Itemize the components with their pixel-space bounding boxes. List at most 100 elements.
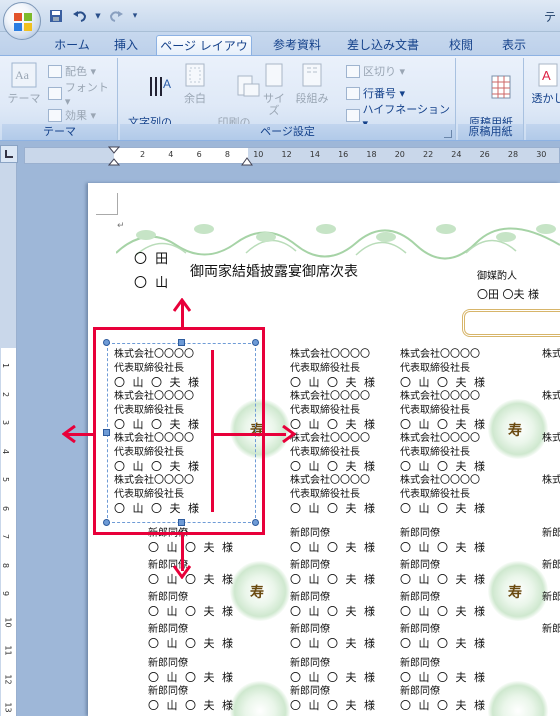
guest-name: 〇 山 〇 夫 様 <box>400 637 487 650</box>
indent-marker-icon[interactable] <box>108 146 120 166</box>
tab-view[interactable]: 表示 <box>494 35 534 56</box>
manuscript-group-label: 原稿用紙 <box>458 124 523 140</box>
tab-insert[interactable]: 挿入 <box>106 35 146 56</box>
company-text: 株式会社〇〇〇〇 <box>542 391 560 402</box>
relation-text: 新郎同僚 <box>290 528 330 539</box>
guest-name: 〇 山 〇 夫 様 <box>400 573 487 586</box>
manuscript-icon <box>491 75 511 99</box>
svg-text:Aa: Aa <box>15 68 30 82</box>
ruler-tick-label: 28 <box>507 150 519 159</box>
annotation-highlight-box <box>93 327 265 535</box>
save-icon[interactable] <box>46 7 66 25</box>
guest-name: 〇 山 〇 夫 様 <box>290 376 377 389</box>
company-text: 株式会社〇〇〇〇 <box>400 391 480 402</box>
company-text: 株式会社〇〇〇〇 <box>290 475 370 486</box>
title-text: 代表取締役社長 <box>400 405 470 416</box>
company-text: 株式会社〇〇〇〇 <box>542 475 560 486</box>
size-button[interactable]: サイズ <box>258 62 290 117</box>
redo-icon[interactable] <box>106 7 126 25</box>
arrow-right-icon <box>282 425 296 443</box>
theme-fonts-button[interactable]: フォント ▾ <box>48 81 117 108</box>
ruler-tick-label: 20 <box>394 150 405 159</box>
company-text: 株式会社〇〇〇〇 <box>400 433 480 444</box>
tab-home[interactable]: ホーム <box>44 35 100 56</box>
relation-text: 新郎同僚 <box>400 592 440 603</box>
window-title: テ <box>543 10 556 24</box>
ruler-tick-label: 16 <box>338 150 349 159</box>
seating-table-7-clipped[interactable]: 株式会社〇〇〇〇 株式会社〇〇〇〇 株式会社〇〇〇〇 株式会社〇〇〇〇 新郎同僚… <box>540 345 560 705</box>
ruler-tick-label: 1 <box>1 362 11 369</box>
company-text: 株式会社〇〇〇〇 <box>542 349 560 360</box>
ruler-tick-label: 5 <box>1 476 11 483</box>
title-text: 代表取締役社長 <box>290 489 360 500</box>
seating-table-5[interactable]: 新郎同僚 〇 山 〇 夫 様 新郎同僚 〇 山 〇 夫 様 新郎同僚 〇 山 〇… <box>288 527 392 716</box>
matchmaker-label: 御媒酌人 <box>477 271 517 282</box>
theme-effects-button[interactable]: 効果 ▾ <box>48 107 96 123</box>
ruler-tick-label: 18 <box>366 150 377 159</box>
columns-icon <box>302 63 322 87</box>
tab-references[interactable]: 参考資料 <box>266 35 328 56</box>
company-text: 株式会社〇〇〇〇 <box>290 349 370 360</box>
title-text: 代表取締役社長 <box>400 363 470 374</box>
ruler-tick-label: 2 <box>1 391 11 397</box>
guest-name: 〇 山 〇 夫 様 <box>290 418 377 431</box>
relation-text: 新郎同僚 <box>542 592 560 603</box>
paragraph-mark: ↵ <box>117 221 125 231</box>
relation-text: 新郎同僚 <box>148 686 188 697</box>
relation-text: 新郎同僚 <box>400 528 440 539</box>
tab-page-layout[interactable]: ページ レイアウト <box>156 35 252 73</box>
guest-name: 〇 山 〇 夫 様 <box>400 418 487 431</box>
quick-access-toolbar: ▼ ▾ <box>46 6 140 26</box>
guest-name: 〇 山 〇 夫 様 <box>148 573 235 586</box>
breaks-icon <box>346 64 360 78</box>
ribbon: Aa テーマ 配色 ▾ フォント ▾ 効果 ▾ テーマ A 文字列の 方向 ▾ … <box>0 55 560 141</box>
breaks-button[interactable]: 区切り ▾ <box>346 63 405 79</box>
guest-name: 〇 山 〇 夫 様 <box>290 637 377 650</box>
seating-table-3[interactable]: 株式会社〇〇〇〇 代表取締役社長 〇 山 〇 夫 様 株式会社〇〇〇〇 代表取締… <box>398 345 502 521</box>
tab-review[interactable]: 校閲 <box>440 35 482 56</box>
tab-mailings[interactable]: 差し込み文書 <box>340 35 426 56</box>
ruler-tick-label: 13 <box>3 702 13 713</box>
seating-table-4[interactable]: 新郎同僚 〇 山 〇 夫 様 新郎同僚 〇 山 〇 夫 様 新郎同僚 〇 山 〇… <box>146 527 256 716</box>
customize-qat-icon[interactable]: ▾ <box>130 7 140 25</box>
title-text: 代表取締役社長 <box>400 489 470 500</box>
ruler-tick-label: 8 <box>1 562 11 568</box>
guest-name: 〇 山 〇 夫 様 <box>290 460 377 473</box>
undo-dropdown-icon[interactable]: ▼ <box>94 7 102 25</box>
ruler-tick-label: 24 <box>451 150 462 159</box>
text-direction-icon: A <box>150 77 172 96</box>
line-numbers-button[interactable]: 行番号 ▾ <box>346 85 405 101</box>
guest-name: 〇 山 〇 夫 様 <box>400 502 487 515</box>
office-logo-icon <box>14 13 32 31</box>
hyphenation-button[interactable]: ハイフネーション ▾ <box>346 103 455 130</box>
arrow-down-icon <box>173 565 191 579</box>
title-text: 代表取締役社長 <box>290 447 360 458</box>
decorative-frame <box>462 309 560 337</box>
seating-table-6[interactable]: 新郎同僚 〇 山 〇 夫 様 新郎同僚 〇 山 〇 夫 様 新郎同僚 〇 山 〇… <box>398 527 502 716</box>
company-text: 株式会社〇〇〇〇 <box>542 433 560 444</box>
guest-name: 〇 山 〇 夫 様 <box>400 605 487 618</box>
page-background-group-label <box>526 124 560 140</box>
relation-text: 新郎同僚 <box>400 658 440 669</box>
office-button[interactable] <box>3 2 41 40</box>
guest-name: 〇 山 〇 夫 様 <box>290 541 377 554</box>
svg-text:A: A <box>163 77 171 91</box>
theme-button[interactable]: Aa テーマ <box>6 62 42 105</box>
theme-colors-button[interactable]: 配色 ▾ <box>48 63 96 79</box>
margins-button[interactable]: 余白 <box>180 62 210 105</box>
ruler-tick-label: 30 <box>536 150 547 159</box>
undo-icon[interactable] <box>70 7 90 25</box>
right-indent-marker-icon[interactable] <box>241 156 253 166</box>
margins-icon <box>185 63 205 87</box>
watermark-button[interactable]: A 透かし <box>528 62 560 105</box>
theme-group: Aa テーマ 配色 ▾ フォント ▾ 効果 ▾ テーマ <box>2 58 118 140</box>
page-setup-dialog-launcher[interactable] <box>444 130 452 138</box>
columns-button[interactable]: 段組み <box>294 62 330 105</box>
seating-table-2[interactable]: 株式会社〇〇〇〇 代表取締役社長 〇 山 〇 夫 様 株式会社〇〇〇〇 代表取締… <box>288 345 392 521</box>
ruler-tick-label: 6 <box>196 150 202 159</box>
ruler-tick-label: 8 <box>224 150 230 159</box>
relation-text: 新郎同僚 <box>148 592 188 603</box>
relation-text: 新郎同僚 <box>148 624 188 635</box>
matchmaker-names: 〇田 〇夫 様 <box>477 288 539 301</box>
ruler-tick-label: 10 <box>253 150 264 159</box>
